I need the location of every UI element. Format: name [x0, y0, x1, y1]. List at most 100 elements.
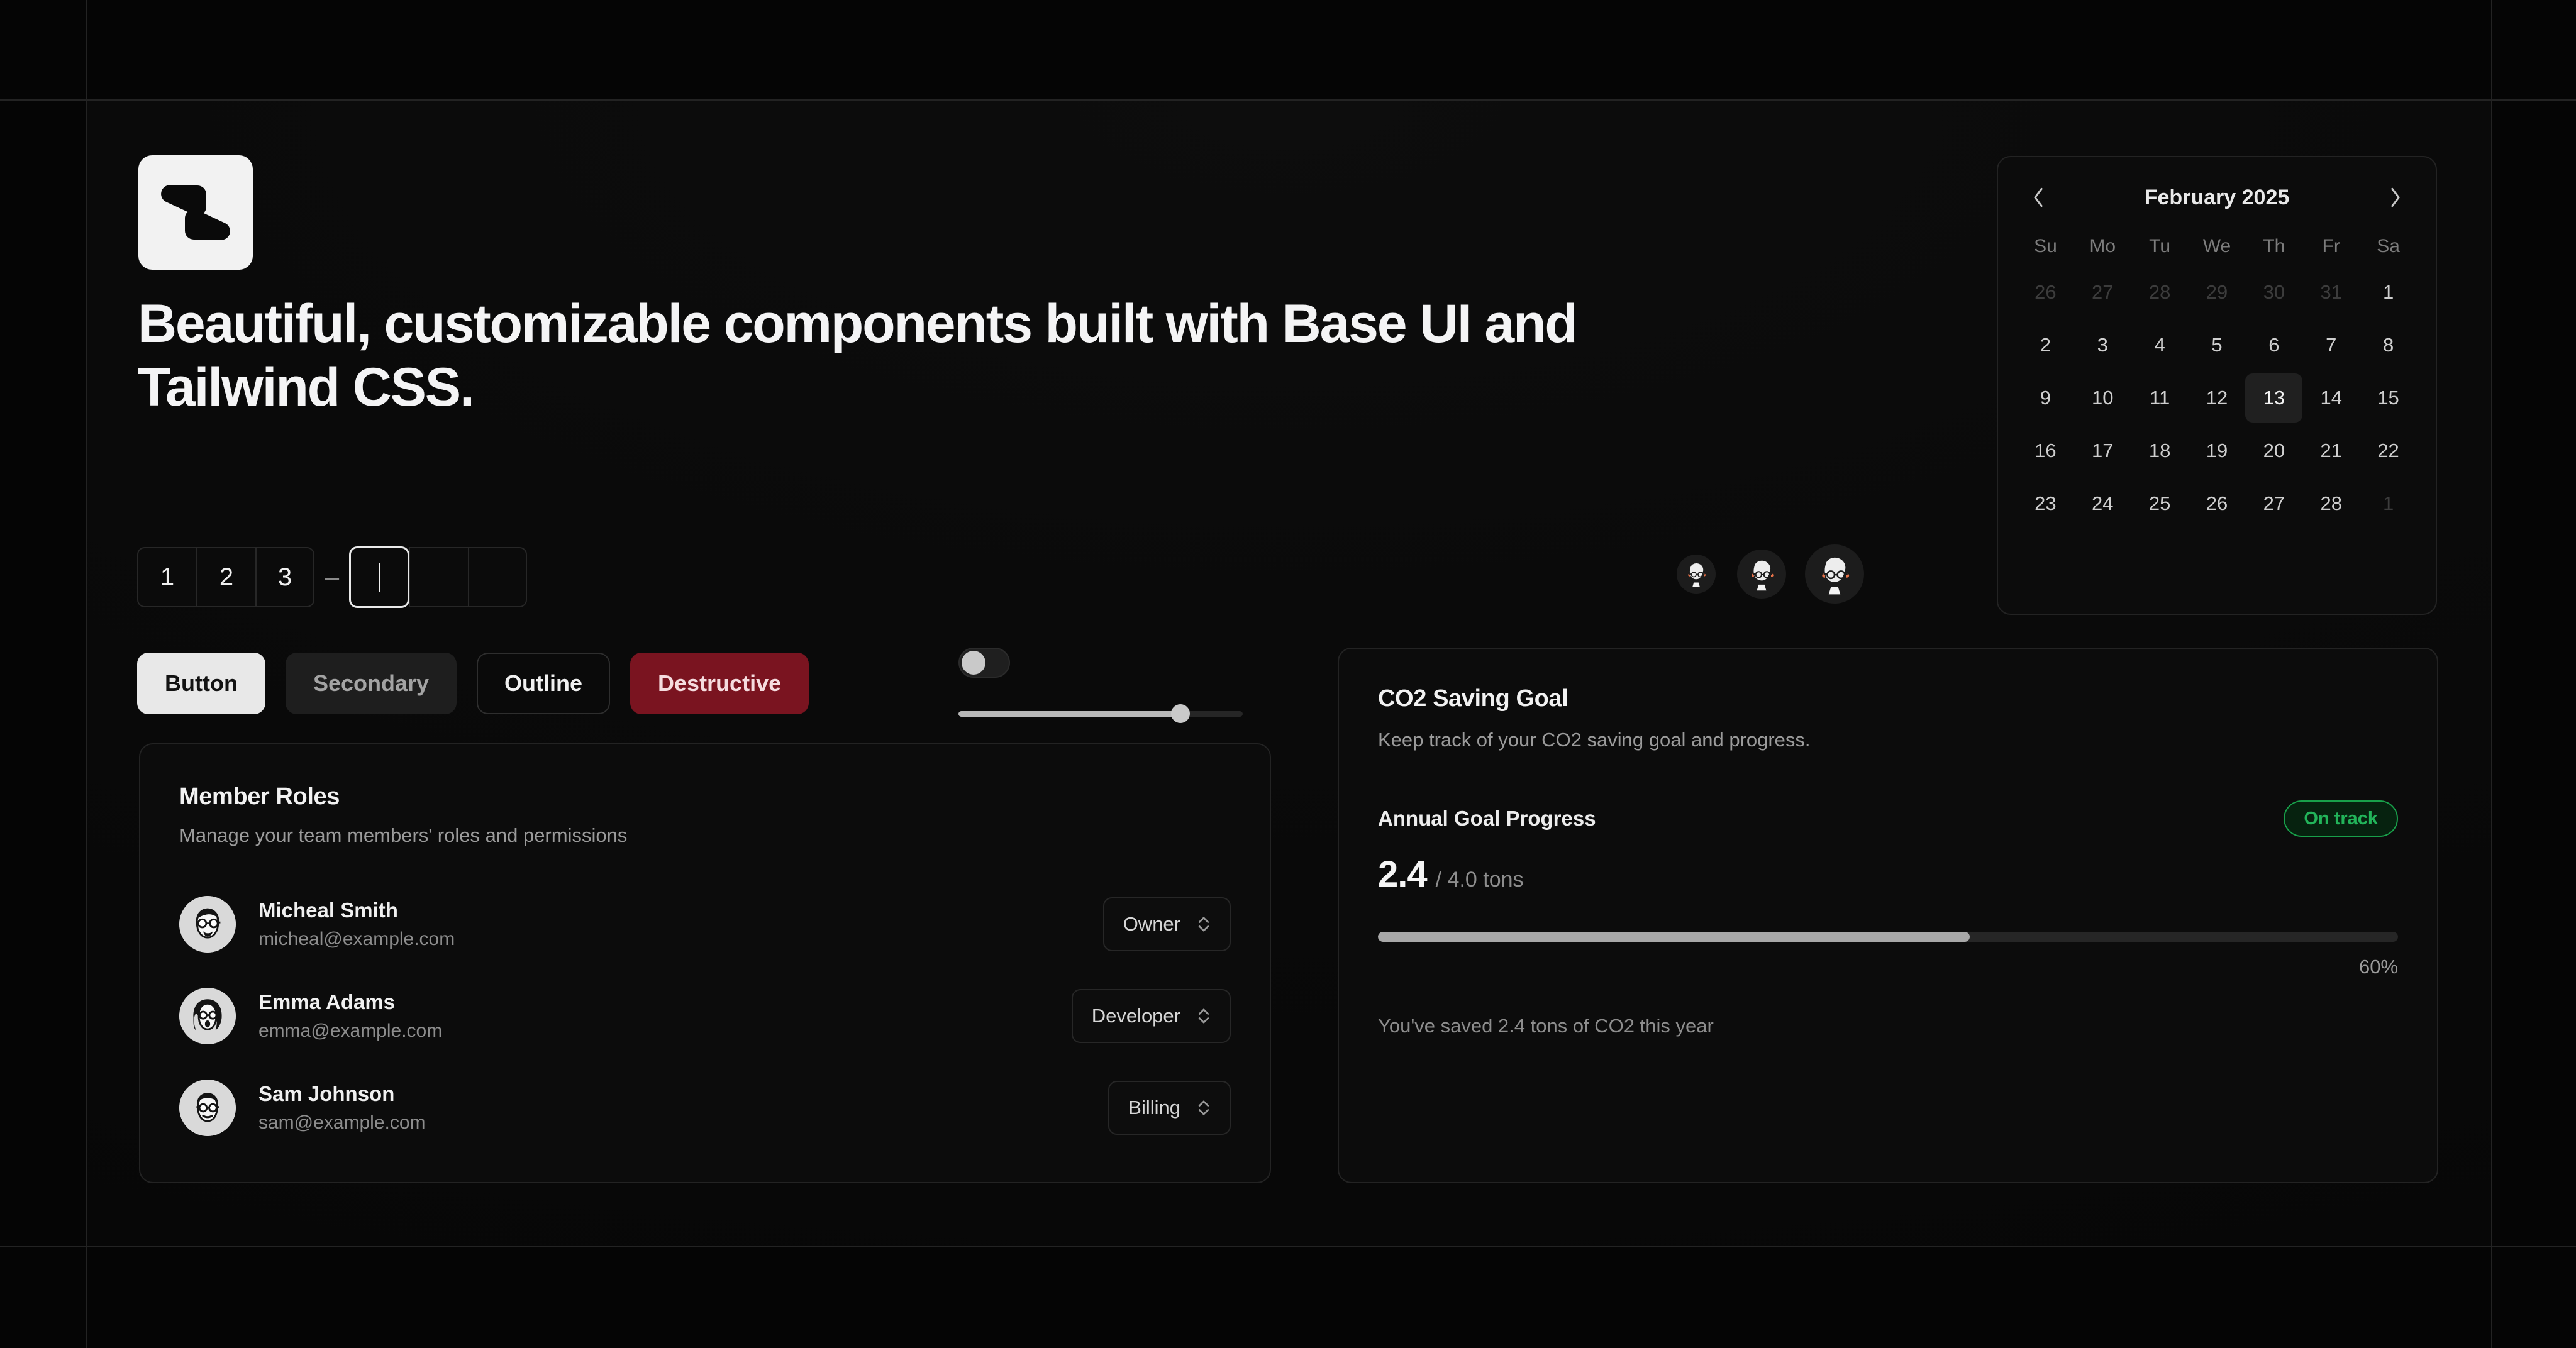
calendar-day[interactable]: 1: [2360, 479, 2417, 528]
calendar-day[interactable]: 6: [2245, 321, 2302, 370]
calendar-day[interactable]: 22: [2360, 426, 2417, 475]
frame-guide-right: [2491, 0, 2492, 1348]
calendar-day[interactable]: 4: [2131, 321, 2189, 370]
person-face-icon: [1688, 563, 1706, 587]
slider-thumb[interactable]: [1170, 704, 1190, 723]
co2-progress-header: Annual Goal Progress On track: [1378, 800, 2398, 837]
control-cluster: [958, 648, 1248, 723]
calendar-day[interactable]: 28: [2131, 268, 2189, 317]
calendar-day-selected[interactable]: 13: [2245, 373, 2303, 423]
avatar[interactable]: [1677, 555, 1716, 594]
otp-slot-1[interactable]: 1: [137, 547, 196, 607]
role-select-developer[interactable]: Developer: [1071, 989, 1231, 1043]
calendar-dow: Mo: [2089, 236, 2116, 257]
calendar-day[interactable]: 10: [2074, 373, 2131, 423]
calendar-card: February 2025 Su Mo Tu We Th Fr Sa 26 27…: [1997, 156, 2437, 615]
person-face-icon: [1822, 557, 1850, 595]
calendar-day[interactable]: 1: [2360, 268, 2417, 317]
calendar-day[interactable]: 20: [2245, 426, 2302, 475]
slider[interactable]: [958, 704, 1243, 723]
toggle-switch[interactable]: [958, 648, 1010, 678]
calendar-dow: Sa: [2377, 236, 2400, 257]
status-badge: On track: [2284, 800, 2398, 837]
calendar-day[interactable]: 7: [2302, 321, 2360, 370]
calendar-day[interactable]: 5: [2189, 321, 2246, 370]
calendar-day[interactable]: 17: [2074, 426, 2131, 475]
avatar: [179, 896, 236, 953]
person-face-icon: [179, 1080, 236, 1136]
person-face-icon: [1752, 560, 1774, 591]
otp-caret: [378, 563, 380, 592]
member-name: Sam Johnson: [258, 1082, 395, 1105]
calendar-prev-button[interactable]: [2023, 182, 2053, 213]
otp-group-second[interactable]: [350, 547, 527, 607]
calendar-dow: Fr: [2322, 236, 2340, 257]
frame-guide-bottom: [0, 1246, 2576, 1247]
chevron-right-icon: [2391, 187, 2400, 207]
otp-slot-3[interactable]: 3: [255, 547, 314, 607]
chevron-left-icon: [2034, 187, 2043, 207]
button-secondary[interactable]: Secondary: [285, 653, 457, 714]
avatar[interactable]: [1805, 544, 1864, 604]
calendar-day[interactable]: 12: [2189, 373, 2246, 423]
calendar-day[interactable]: 19: [2189, 426, 2246, 475]
button-variants-row: Button Secondary Outline Destructive: [137, 653, 829, 714]
calendar-day[interactable]: 15: [2360, 373, 2417, 423]
calendar-day[interactable]: 2: [2017, 321, 2074, 370]
button-outline[interactable]: Outline: [477, 653, 611, 714]
page-title: Beautiful, customizable components built…: [138, 294, 1578, 418]
otp-input[interactable]: 1 2 3 –: [137, 547, 527, 607]
role-select-label: Owner: [1123, 913, 1180, 935]
role-select-owner[interactable]: Owner: [1102, 897, 1231, 951]
calendar-header: February 2025: [2017, 179, 2417, 216]
calendar-day[interactable]: 26: [2189, 479, 2246, 528]
calendar-day[interactable]: 28: [2302, 479, 2360, 528]
co2-value-target: / 4.0 tons: [1435, 868, 1524, 892]
calendar-day[interactable]: 14: [2302, 373, 2360, 423]
person-face-icon: [179, 988, 236, 1044]
otp-slot-4[interactable]: [350, 547, 409, 607]
otp-group-first[interactable]: 1 2 3: [137, 547, 314, 607]
member-email: emma@example.com: [258, 1020, 443, 1041]
calendar-day[interactable]: 8: [2360, 321, 2417, 370]
calendar-day[interactable]: 23: [2017, 479, 2074, 528]
calendar-day[interactable]: 11: [2131, 373, 2189, 423]
calendar-day[interactable]: 3: [2074, 321, 2131, 370]
calendar-day[interactable]: 18: [2131, 426, 2189, 475]
calendar-day[interactable]: 9: [2017, 373, 2074, 423]
otp-slot-2[interactable]: 2: [196, 547, 255, 607]
co2-progress-percent: 60%: [2358, 956, 2398, 978]
calendar-day[interactable]: 16: [2017, 426, 2074, 475]
slider-fill: [958, 711, 1180, 717]
calendar-day[interactable]: 24: [2074, 479, 2131, 528]
role-select-label: Developer: [1091, 1005, 1180, 1027]
app-root: Beautiful, customizable components built…: [0, 0, 2576, 1348]
calendar-day[interactable]: 25: [2131, 479, 2189, 528]
calendar-day[interactable]: 31: [2302, 268, 2360, 317]
member-info: Emma Adams emma@example.com: [258, 990, 1072, 1042]
co2-saving-goal-card: CO2 Saving Goal Keep track of your CO2 s…: [1338, 648, 2438, 1183]
chevron-up-down-icon: [1198, 1008, 1209, 1024]
member-info: Sam Johnson sam@example.com: [258, 1082, 1108, 1134]
member-name: Emma Adams: [258, 990, 396, 1014]
co2-card-subtitle: Keep track of your CO2 saving goal and p…: [1378, 729, 1811, 751]
calendar-next-button[interactable]: [2380, 182, 2411, 213]
calendar-day[interactable]: 30: [2245, 268, 2302, 317]
calendar-day[interactable]: 26: [2017, 268, 2074, 317]
avatar[interactable]: [1737, 550, 1786, 599]
member-roles-subtitle: Manage your team members' roles and perm…: [179, 824, 628, 846]
avatar: [179, 1080, 236, 1136]
button-destructive[interactable]: Destructive: [630, 653, 809, 714]
role-select-billing[interactable]: Billing: [1108, 1081, 1231, 1135]
otp-slot-5[interactable]: [409, 547, 468, 607]
calendar-day[interactable]: 29: [2189, 268, 2246, 317]
co2-value-current: 2.4: [1378, 854, 1428, 895]
member-email: sam@example.com: [258, 1112, 426, 1133]
calendar-day[interactable]: 21: [2302, 426, 2360, 475]
otp-slot-6[interactable]: [468, 547, 527, 607]
toggle-knob: [962, 651, 985, 675]
calendar-day[interactable]: 27: [2245, 479, 2302, 528]
button-primary[interactable]: Button: [137, 653, 265, 714]
calendar-day[interactable]: 27: [2074, 268, 2131, 317]
brand-logo: [138, 155, 253, 270]
